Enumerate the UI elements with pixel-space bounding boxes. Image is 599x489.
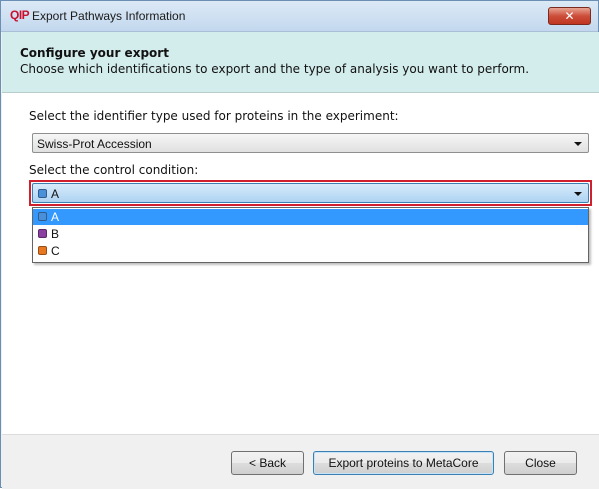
condition-color-swatch bbox=[38, 246, 47, 255]
condition-color-swatch bbox=[38, 212, 47, 221]
condition-color-swatch bbox=[38, 229, 47, 238]
identifier-type-dropdown[interactable]: Swiss-Prot Accession bbox=[32, 133, 589, 153]
condition-color-swatch bbox=[38, 189, 47, 198]
close-icon: ✕ bbox=[564, 9, 575, 23]
chevron-down-icon bbox=[574, 142, 582, 146]
option-label: B bbox=[51, 227, 60, 241]
title-bar[interactable]: QIP Export Pathways Information ✕ bbox=[1, 1, 598, 32]
dialog-footer: < Back Export proteins to MetaCore Close bbox=[2, 434, 599, 489]
app-logo-icon: QIP bbox=[10, 8, 30, 22]
option-condition-a[interactable]: A bbox=[33, 209, 588, 225]
header-title: Configure your export bbox=[20, 46, 169, 60]
close-button[interactable]: Close bbox=[504, 451, 577, 475]
export-pathways-dialog: QIP Export Pathways Information ✕ Config… bbox=[0, 0, 599, 489]
dialog-header: Configure your export Choose which ident… bbox=[2, 32, 599, 93]
back-button[interactable]: < Back bbox=[231, 451, 304, 475]
control-condition-value: A bbox=[51, 187, 60, 201]
identifier-type-value: Swiss-Prot Accession bbox=[37, 137, 152, 151]
window-close-button[interactable]: ✕ bbox=[548, 7, 591, 25]
option-condition-b[interactable]: B bbox=[33, 226, 588, 242]
window-title: Export Pathways Information bbox=[32, 9, 186, 23]
option-label: C bbox=[51, 244, 60, 258]
identifier-type-label: Select the identifier type used for prot… bbox=[29, 109, 399, 123]
export-to-metacore-button[interactable]: Export proteins to MetaCore bbox=[313, 451, 494, 475]
control-condition-dropdown[interactable]: A bbox=[32, 183, 589, 203]
chevron-down-icon bbox=[574, 192, 582, 196]
control-condition-label: Select the control condition: bbox=[29, 163, 199, 177]
dialog-content: Select the identifier type used for prot… bbox=[2, 93, 599, 434]
control-condition-options: A B C bbox=[32, 207, 589, 263]
option-label: A bbox=[51, 210, 60, 224]
header-subtitle: Choose which identifications to export a… bbox=[20, 62, 530, 76]
option-condition-c[interactable]: C bbox=[33, 243, 588, 259]
